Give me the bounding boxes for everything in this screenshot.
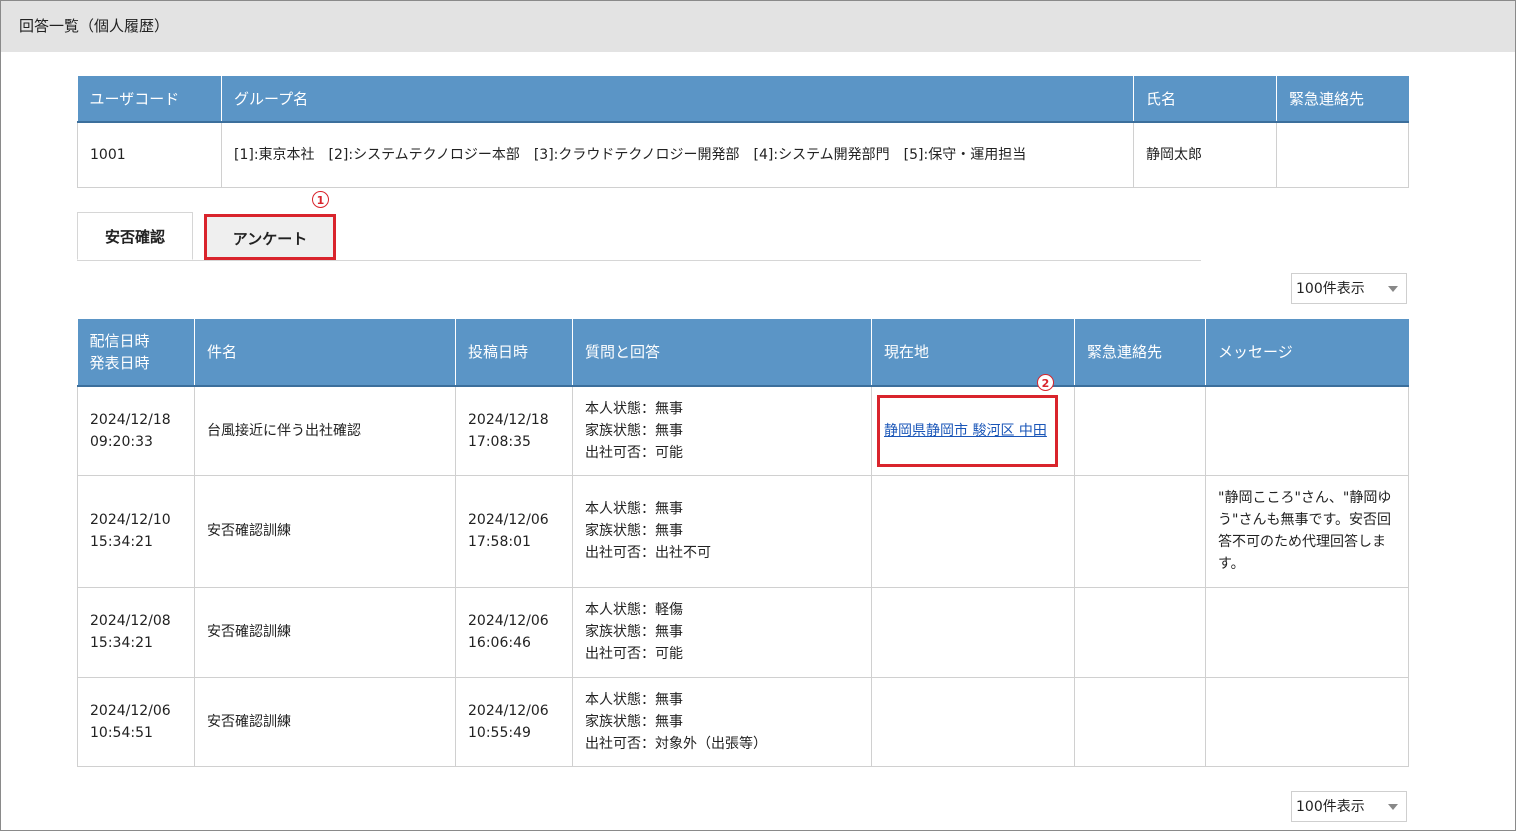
posted-datetime-cell: 2024/12/18 17:08:35 xyxy=(455,385,573,476)
subject-cell: 台風接近に伴う出社確認 xyxy=(194,385,456,476)
tab-bar: 安否確認 アンケート xyxy=(77,212,1201,261)
per-page-select-top[interactable]: 100件表示 xyxy=(1291,273,1407,304)
page-title: 回答一覧（個人履歴） xyxy=(1,1,1515,52)
emergency-cell xyxy=(1074,474,1206,588)
location-cell xyxy=(871,676,1075,767)
subject-cell: 安否確認訓練 xyxy=(194,474,456,588)
sent-datetime-cell: 2024/12/08 15:34:21 xyxy=(77,586,195,678)
qa-cell: 本人状態：軽傷 家族状態：無事 出社可否：可能 xyxy=(572,586,872,678)
group-name-value: [1]:東京本社 [2]:システムテクノロジー本部 [3]:クラウドテクノロジー… xyxy=(221,121,1134,188)
name-value: 静岡太郎 xyxy=(1133,121,1277,188)
qa-cell: 本人状態：無事 家族状態：無事 出社可否：対象外（出張等） xyxy=(572,676,872,767)
user-code-value: 1001 xyxy=(77,121,222,188)
tab-safety-confirmation[interactable]: 安否確認 xyxy=(77,212,193,260)
annotation-marker-2: 2 xyxy=(1037,374,1054,391)
sent-datetime-cell: 2024/12/18 09:20:33 xyxy=(77,385,195,476)
tab-survey[interactable]: アンケート xyxy=(204,214,336,260)
message-cell: "静岡こころ"さん、"静岡ゆう"さんも無事です。安否回答不可のため代理回答します… xyxy=(1205,474,1409,588)
emergency-cell xyxy=(1074,586,1206,678)
location-highlight-box xyxy=(877,395,1058,467)
chevron-down-icon xyxy=(1388,286,1398,292)
posted-datetime-cell: 2024/12/06 10:55:49 xyxy=(455,676,573,767)
emergency-cell xyxy=(1074,676,1206,767)
emergency-header: 緊急連絡先 xyxy=(1074,319,1206,387)
subject-cell: 安否確認訓練 xyxy=(194,586,456,678)
answer-history-table: 配信日時 発表日時 件名 投稿日時 質問と回答 現在地 緊急連絡先 メッセージ … xyxy=(77,319,1409,767)
message-cell xyxy=(1205,586,1409,678)
posted-datetime-cell: 2024/12/06 16:06:46 xyxy=(455,586,573,678)
posted-datetime-header: 投稿日時 xyxy=(455,319,573,387)
message-header: メッセージ xyxy=(1205,319,1409,387)
sent-datetime-header: 配信日時 発表日時 xyxy=(77,319,195,387)
annotation-marker-1: 1 xyxy=(312,191,329,208)
subject-header: 件名 xyxy=(194,319,456,387)
qa-header: 質問と回答 xyxy=(572,319,872,387)
chevron-down-icon xyxy=(1388,804,1398,810)
user-code-header: ユーザコード xyxy=(77,76,222,123)
message-cell xyxy=(1205,385,1409,476)
qa-cell: 本人状態：無事 家族状態：無事 出社可否：出社不可 xyxy=(572,474,872,588)
qa-cell: 本人状態：無事 家族状態：無事 出社可否：可能 xyxy=(572,385,872,476)
emergency-contact-value xyxy=(1276,121,1409,188)
location-cell xyxy=(871,474,1075,588)
table-row: 2024/12/06 10:54:51 安否確認訓練 2024/12/06 10… xyxy=(77,676,1409,767)
table-row: 2024/12/10 15:34:21 安否確認訓練 2024/12/06 17… xyxy=(77,474,1409,588)
subject-cell: 安否確認訓練 xyxy=(194,676,456,767)
name-header: 氏名 xyxy=(1133,76,1277,123)
message-cell xyxy=(1205,676,1409,767)
per-page-label: 100件表示 xyxy=(1296,281,1365,297)
sent-datetime-cell: 2024/12/10 15:34:21 xyxy=(77,474,195,588)
group-name-header: グループ名 xyxy=(221,76,1134,123)
emergency-contact-header: 緊急連絡先 xyxy=(1276,76,1409,123)
sent-datetime-cell: 2024/12/06 10:54:51 xyxy=(77,676,195,767)
emergency-cell xyxy=(1074,385,1206,476)
per-page-label: 100件表示 xyxy=(1296,799,1365,815)
user-info-table: ユーザコード グループ名 氏名 緊急連絡先 1001 [1]:東京本社 [2]:… xyxy=(77,76,1409,188)
per-page-select-bottom[interactable]: 100件表示 xyxy=(1291,791,1407,822)
page-frame: 回答一覧（個人履歴） ユーザコード グループ名 氏名 緊急連絡先 1001 [1… xyxy=(0,0,1516,831)
location-cell xyxy=(871,586,1075,678)
table-row: 2024/12/18 09:20:33 台風接近に伴う出社確認 2024/12/… xyxy=(77,385,1409,476)
table-row: 2024/12/08 15:34:21 安否確認訓練 2024/12/06 16… xyxy=(77,586,1409,678)
posted-datetime-cell: 2024/12/06 17:58:01 xyxy=(455,474,573,588)
